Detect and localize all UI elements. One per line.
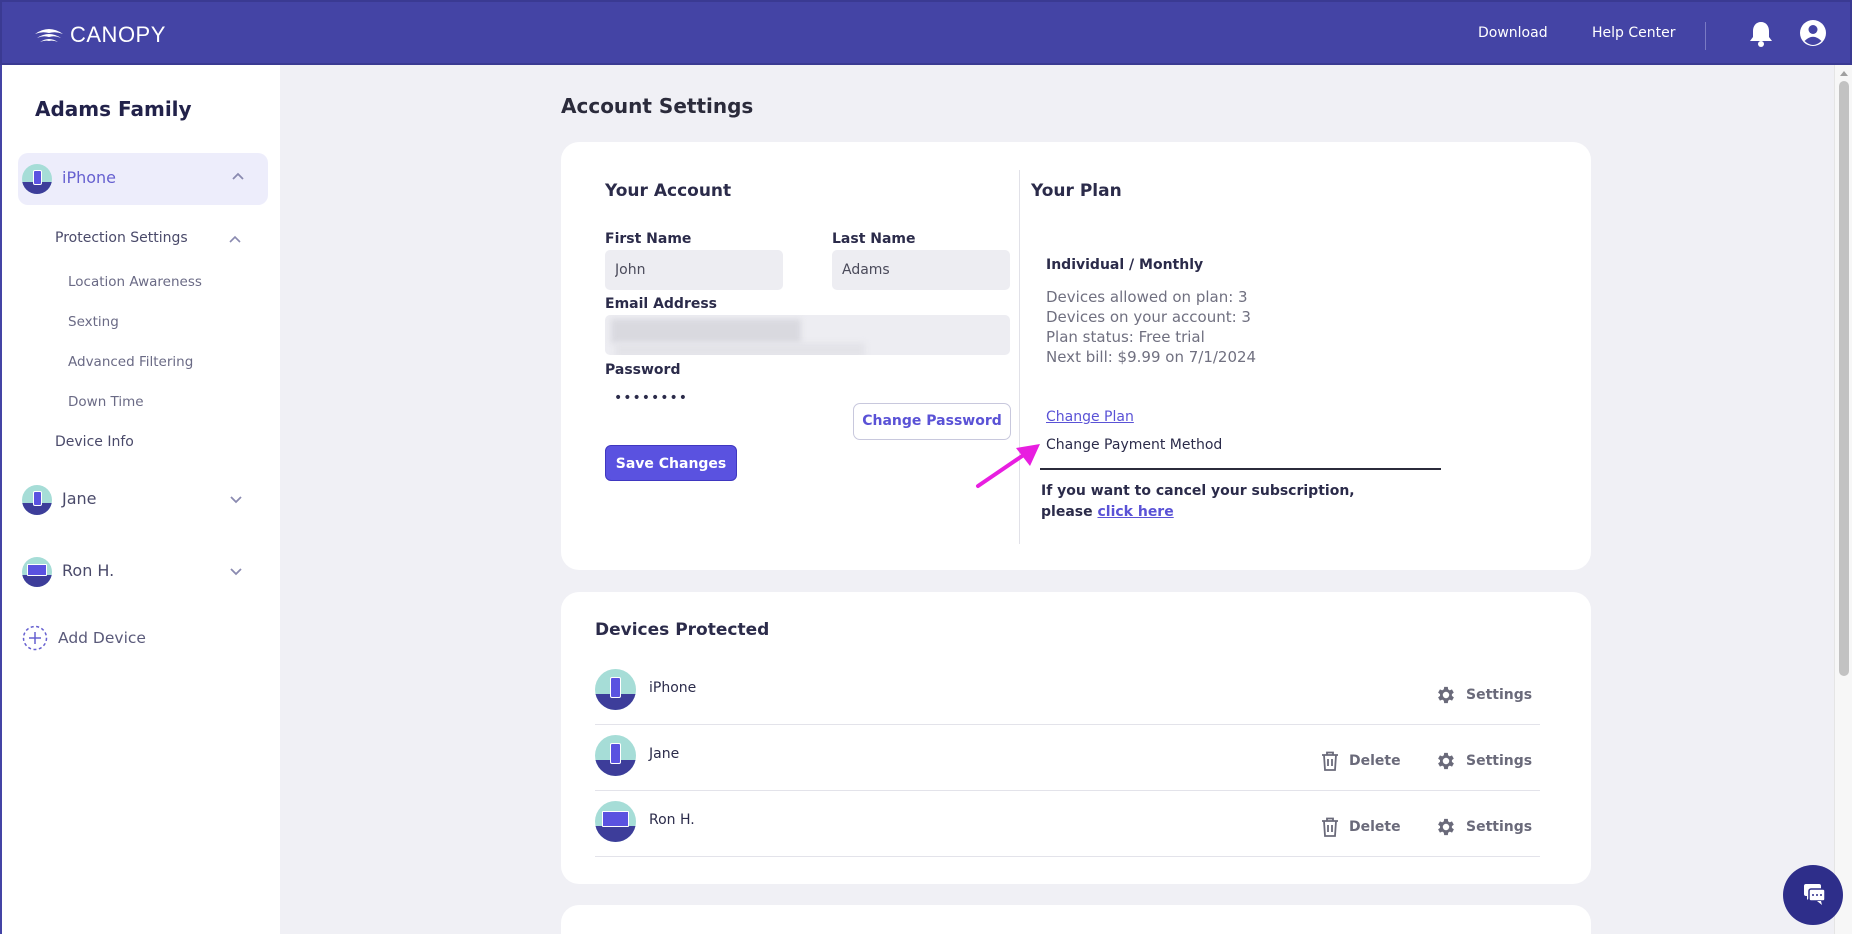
phone-icon — [33, 170, 42, 185]
plan-next-bill: Next bill: $9.99 on 7/1/2024 — [1046, 348, 1257, 366]
bell-icon[interactable] — [1748, 20, 1774, 48]
delete-label: Delete — [1349, 753, 1401, 769]
row-divider — [595, 724, 1540, 725]
email-input-redacted[interactable] — [605, 315, 1010, 355]
scroll-up-arrow-icon[interactable] — [1840, 71, 1848, 76]
delete-label: Delete — [1349, 819, 1401, 835]
gear-icon — [1438, 818, 1454, 836]
cancel-please-text: please — [1041, 504, 1093, 520]
monitor-icon — [602, 811, 629, 827]
chevron-down-icon[interactable] — [228, 491, 244, 507]
phone-icon — [610, 743, 621, 764]
device-row-name: Ron H. — [649, 812, 695, 828]
row-divider — [595, 856, 1540, 857]
brand-name: CANOPY — [70, 22, 166, 47]
family-name: Adams Family — [35, 97, 192, 121]
sidebar-item-device-info[interactable]: Device Info — [55, 434, 134, 450]
user-account-icon[interactable] — [1799, 19, 1827, 47]
sidebar-device-jane[interactable]: Jane — [62, 489, 97, 508]
sidebar-item-down-time[interactable]: Down Time — [68, 394, 144, 410]
sidebar-item-location-awareness[interactable]: Location Awareness — [68, 274, 202, 290]
sidebar-item-sexting[interactable]: Sexting — [68, 314, 119, 330]
page-title: Account Settings — [561, 94, 754, 118]
your-plan-title: Your Plan — [1031, 181, 1122, 201]
chat-icon — [1804, 884, 1826, 905]
iphone-avatar — [22, 164, 52, 194]
settings-label: Settings — [1466, 753, 1533, 769]
chevron-up-icon[interactable] — [227, 232, 243, 248]
change-payment-method-link[interactable]: Change Payment Method — [1046, 437, 1222, 453]
password-label: Password — [605, 362, 681, 378]
plan-devices-allowed: Devices allowed on plan: 3 — [1046, 288, 1248, 306]
add-device-button[interactable]: Add Device — [22, 625, 146, 651]
next-card — [561, 905, 1591, 934]
device-row-name: iPhone — [649, 680, 697, 696]
last-name-input[interactable] — [832, 250, 1010, 290]
plan-name: Individual / Monthly — [1046, 257, 1204, 273]
chevron-down-icon[interactable] — [228, 563, 244, 579]
header-divider — [1705, 22, 1706, 50]
plan-separator — [1040, 468, 1441, 470]
cancel-subscription-line2: please click here — [1041, 504, 1174, 520]
trash-icon — [1322, 751, 1338, 771]
row-divider — [595, 790, 1540, 791]
gear-icon — [1438, 686, 1454, 704]
help-center-link[interactable]: Help Center — [1592, 25, 1676, 41]
sidebar-item-protection-settings[interactable]: Protection Settings — [55, 230, 188, 246]
device-row-name: Jane — [649, 746, 680, 762]
cancel-click-here-link[interactable]: click here — [1097, 504, 1173, 520]
add-circle-icon — [22, 625, 48, 651]
devices-protected-title: Devices Protected — [595, 620, 770, 640]
jane-device-avatar — [595, 735, 636, 776]
canopy-logo-icon — [35, 29, 63, 42]
change-plan-link[interactable]: Change Plan — [1046, 409, 1134, 425]
email-label: Email Address — [605, 296, 718, 312]
last-name-label: Last Name — [832, 231, 916, 247]
change-password-button[interactable]: Change Password — [853, 403, 1011, 440]
plan-status: Plan status: Free trial — [1046, 328, 1205, 346]
add-device-label: Add Device — [58, 629, 146, 647]
settings-button[interactable]: Settings — [1435, 816, 1532, 838]
your-account-title: Your Account — [605, 181, 732, 201]
settings-button[interactable]: Settings — [1435, 684, 1532, 706]
jane-avatar — [22, 485, 52, 515]
monitor-icon — [27, 564, 47, 576]
gear-icon — [1438, 752, 1454, 770]
settings-label: Settings — [1466, 687, 1533, 703]
phone-icon — [33, 491, 42, 506]
ron-device-avatar — [595, 801, 636, 842]
delete-button[interactable]: Delete — [1320, 816, 1401, 838]
first-name-label: First Name — [605, 231, 692, 247]
plan-devices-on-account: Devices on your account: 3 — [1046, 308, 1251, 326]
trash-icon — [1322, 817, 1338, 837]
settings-label: Settings — [1466, 819, 1533, 835]
iphone-device-avatar — [595, 669, 636, 710]
chat-widget-button[interactable] — [1783, 865, 1843, 925]
save-changes-button[interactable]: Save Changes — [605, 445, 737, 481]
sidebar-item-advanced-filtering[interactable]: Advanced Filtering — [68, 354, 193, 370]
phone-icon — [610, 677, 621, 698]
sidebar: Adams Family iPhone Protection Settings … — [0, 65, 280, 934]
page-scrollbar[interactable] — [1834, 65, 1852, 934]
settings-button[interactable]: Settings — [1435, 750, 1532, 772]
sidebar-device-name[interactable]: iPhone — [62, 168, 116, 187]
scroll-thumb[interactable] — [1839, 81, 1849, 676]
sidebar-device-ron[interactable]: Ron H. — [62, 561, 114, 580]
delete-button[interactable]: Delete — [1320, 750, 1401, 772]
download-link[interactable]: Download — [1478, 25, 1548, 41]
password-value: •••••••• — [614, 390, 689, 406]
ron-avatar — [22, 557, 52, 587]
cancel-subscription-text: If you want to cancel your subscription, — [1041, 483, 1355, 499]
chevron-up-icon[interactable] — [230, 169, 246, 185]
canopy-logo[interactable]: CANOPY — [34, 22, 166, 48]
annotation-arrow-icon — [976, 444, 1040, 488]
top-bar: CANOPY Download Help Center — [0, 0, 1852, 65]
first-name-input[interactable] — [605, 250, 783, 290]
